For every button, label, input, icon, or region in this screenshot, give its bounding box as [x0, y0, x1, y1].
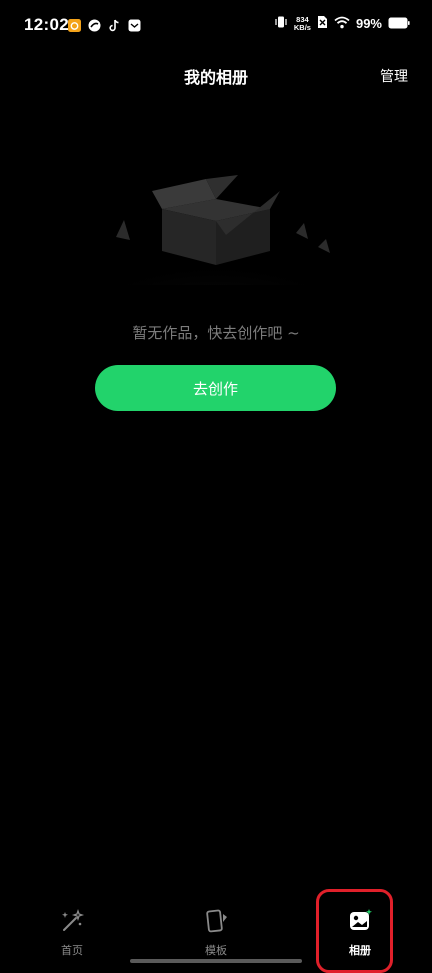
nav-item-home[interactable]: 首页	[32, 908, 112, 958]
template-card-icon	[203, 908, 229, 934]
battery-percentage: 99%	[355, 16, 382, 31]
home-indicator	[130, 959, 302, 963]
create-button[interactable]: 去创作	[95, 365, 336, 411]
page-title: 我的相册	[183, 68, 248, 87]
status-time: 12:02	[24, 15, 69, 34]
wifi-icon	[334, 14, 350, 33]
status-bar: 12:02 834 KB/s 99%	[0, 0, 432, 52]
nav-item-templates[interactable]: 模板	[176, 908, 256, 958]
network-speed: 834 KB/s	[293, 14, 311, 32]
empty-state-message: 暂无作品，快去创作吧 ~	[132, 324, 300, 342]
vibrate-icon	[274, 14, 288, 33]
tiktok-icon	[108, 17, 121, 32]
manage-button[interactable]: 管理	[380, 66, 408, 86]
magic-wand-icon	[59, 908, 85, 934]
app-icon	[88, 17, 101, 32]
highlight-annotation	[316, 889, 393, 973]
battery-icon	[388, 14, 410, 33]
weibo-icon	[68, 17, 81, 32]
right-status-group: 834 KB/s 99%	[274, 14, 410, 33]
message-icon	[128, 17, 141, 32]
notification-icons	[68, 17, 141, 32]
empty-box-illustration	[96, 165, 336, 347]
nav-label-home: 首页	[61, 944, 83, 957]
no-sim-icon	[317, 14, 328, 33]
nav-label-templates: 模板	[205, 944, 227, 957]
